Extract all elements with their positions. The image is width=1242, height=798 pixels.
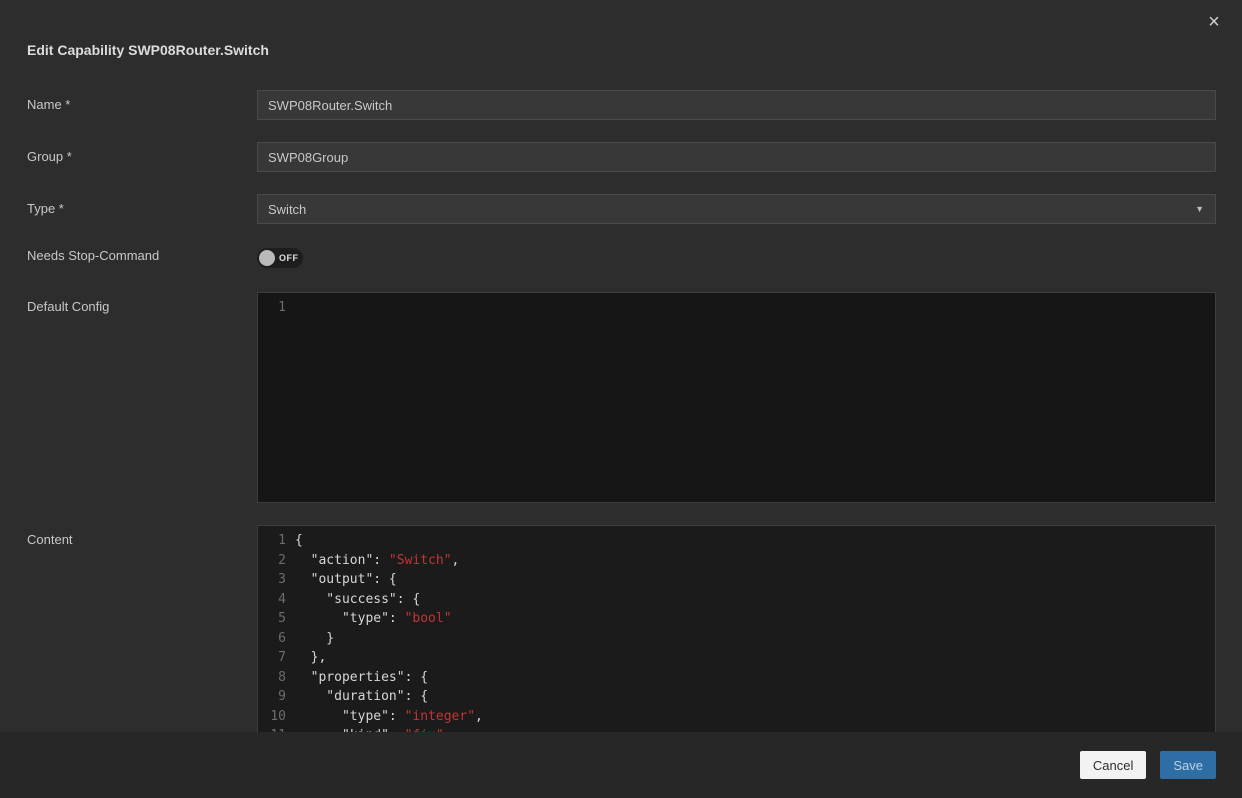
needs-stop-command-toggle[interactable]: OFF [257, 248, 303, 268]
default-config-row: Default Config 1 [27, 292, 1216, 503]
code-area[interactable] [286, 293, 1215, 502]
group-label: Group * [27, 142, 257, 172]
content-row: Content 1234567891011 { "action": "Switc… [27, 525, 1216, 735]
needs-stop-command-row: Needs Stop-Command OFF [27, 246, 1216, 268]
needs-stop-command-label: Needs Stop-Command [27, 246, 257, 268]
name-row: Name * [27, 90, 1216, 120]
type-select[interactable]: Switch ▼ [257, 194, 1216, 224]
capability-form: Name * Group * Type * Switch ▼ Needs Sto… [0, 58, 1242, 735]
type-label: Type * [27, 194, 257, 224]
content-editor[interactable]: 1234567891011 { "action": "Switch", "out… [257, 525, 1216, 735]
name-label: Name * [27, 90, 257, 120]
toggle-knob [259, 250, 275, 266]
edit-capability-modal: × Edit Capability SWP08Router.Switch Nam… [0, 0, 1242, 798]
line-number-gutter: 1234567891011 [258, 526, 286, 734]
code-area[interactable]: { "action": "Switch", "output": { "succe… [286, 526, 1215, 734]
name-input[interactable] [257, 90, 1216, 120]
save-button[interactable]: Save [1160, 751, 1216, 779]
default-config-editor[interactable]: 1 [257, 292, 1216, 503]
content-label: Content [27, 525, 257, 735]
group-row: Group * [27, 142, 1216, 172]
default-config-label: Default Config [27, 292, 257, 503]
chevron-down-icon: ▼ [1195, 204, 1204, 214]
close-icon[interactable]: × [1204, 12, 1224, 32]
cancel-button[interactable]: Cancel [1080, 751, 1146, 779]
toggle-state-label: OFF [279, 253, 299, 263]
type-select-value: Switch [268, 202, 306, 217]
modal-footer: Cancel Save [0, 732, 1242, 798]
type-row: Type * Switch ▼ [27, 194, 1216, 224]
line-number-gutter: 1 [258, 293, 286, 502]
modal-title: Edit Capability SWP08Router.Switch [0, 0, 1242, 58]
group-input[interactable] [257, 142, 1216, 172]
